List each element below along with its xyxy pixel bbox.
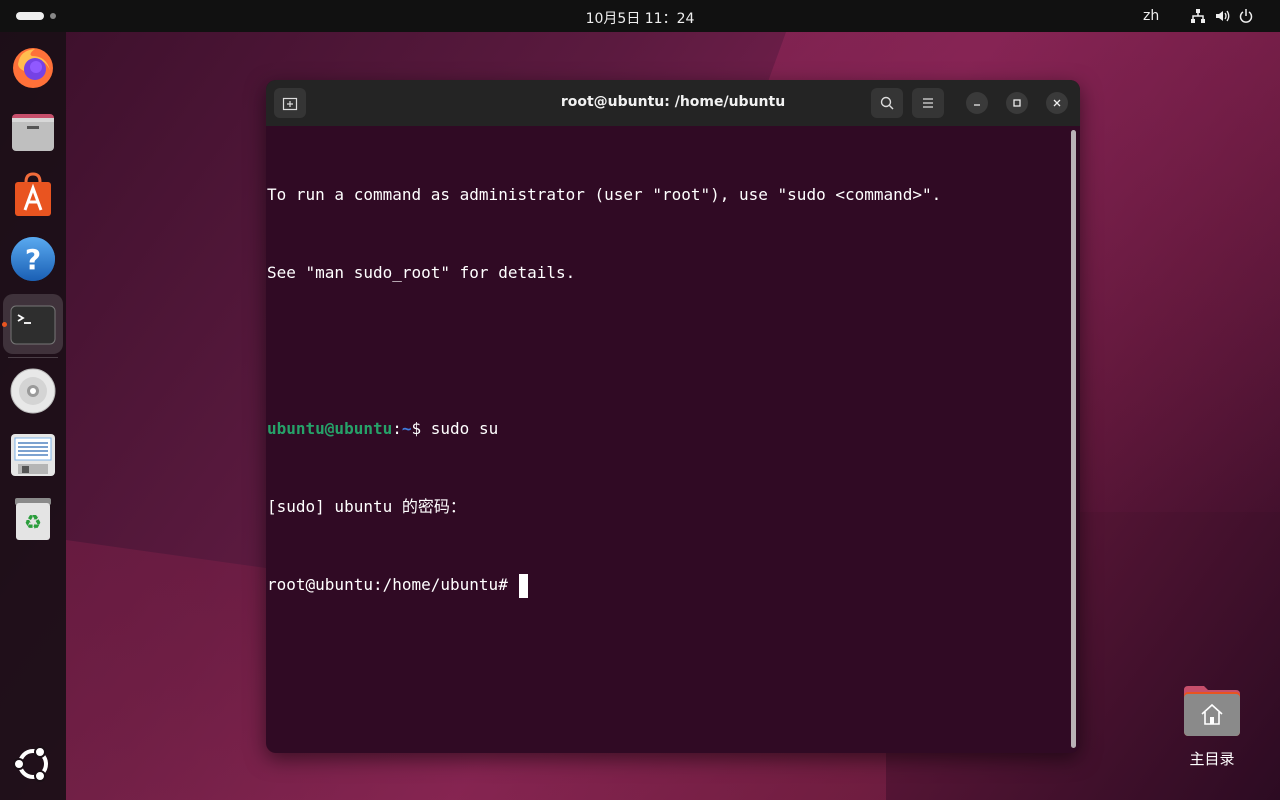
terminal-icon[interactable]: [10, 302, 56, 348]
files-icon[interactable]: [10, 108, 56, 154]
firefox-icon[interactable]: [10, 44, 56, 90]
network-icon[interactable]: [1190, 8, 1206, 24]
svg-text:?: ?: [25, 243, 41, 276]
trash-icon[interactable]: ♻: [10, 496, 56, 542]
disc-icon[interactable]: [10, 368, 56, 414]
top-bar: 10月5日 11：24 zh: [0, 0, 1280, 32]
prompt-path: ~: [401, 419, 412, 438]
text-editor-icon[interactable]: [10, 432, 56, 478]
power-icon[interactable]: [1238, 8, 1254, 24]
terminal-line: [sudo] ubuntu 的密码：: [267, 497, 466, 516]
system-tray[interactable]: [1190, 8, 1254, 24]
ubuntu-logo-icon[interactable]: [10, 740, 56, 786]
home-folder-label: 主目录: [1189, 750, 1235, 768]
search-button[interactable]: [871, 88, 903, 118]
terminal-root-prompt-line: root@ubuntu:/home/ubuntu#: [267, 572, 1067, 598]
app-center-icon[interactable]: [10, 172, 56, 218]
dock: ? ♻: [0, 32, 66, 800]
terminal-line: To run a command as administrator (user …: [267, 185, 942, 204]
maximize-button[interactable]: [1006, 92, 1028, 114]
minimize-button[interactable]: [966, 92, 988, 114]
running-indicator: [2, 322, 7, 327]
terminal-line: See "man sudo_root" for details.: [267, 263, 576, 282]
dock-separator: [8, 357, 58, 358]
svg-text:♻: ♻: [24, 510, 42, 534]
scrollbar[interactable]: [1071, 130, 1076, 748]
text-cursor: [519, 573, 529, 598]
home-folder-icon[interactable]: [1184, 684, 1240, 736]
clock[interactable]: 10月5日 11：24: [0, 8, 1280, 28]
input-language[interactable]: zh: [1143, 8, 1159, 24]
root-prompt: root@ubuntu:/home/ubuntu#: [267, 575, 518, 594]
prompt-user: ubuntu@ubuntu: [267, 419, 393, 438]
volume-icon[interactable]: [1214, 8, 1230, 24]
prompt-separator: :: [392, 419, 402, 438]
terminal-output[interactable]: To run a command as administrator (user …: [267, 130, 1067, 750]
prompt-command: $ sudo su: [411, 419, 499, 438]
terminal-window[interactable]: root@ubuntu: /home/ubuntu To run a comma…: [266, 80, 1080, 753]
desktop-home-folder[interactable]: 主目录: [1176, 684, 1248, 769]
window-title: root@ubuntu: /home/ubuntu: [560, 94, 786, 110]
menu-button[interactable]: [912, 88, 944, 118]
title-bar[interactable]: root@ubuntu: /home/ubuntu: [266, 80, 1080, 126]
close-button[interactable]: [1046, 92, 1068, 114]
help-icon[interactable]: ?: [10, 236, 56, 282]
terminal-prompt-line: ubuntu@ubuntu:~$ sudo su: [267, 416, 1067, 442]
